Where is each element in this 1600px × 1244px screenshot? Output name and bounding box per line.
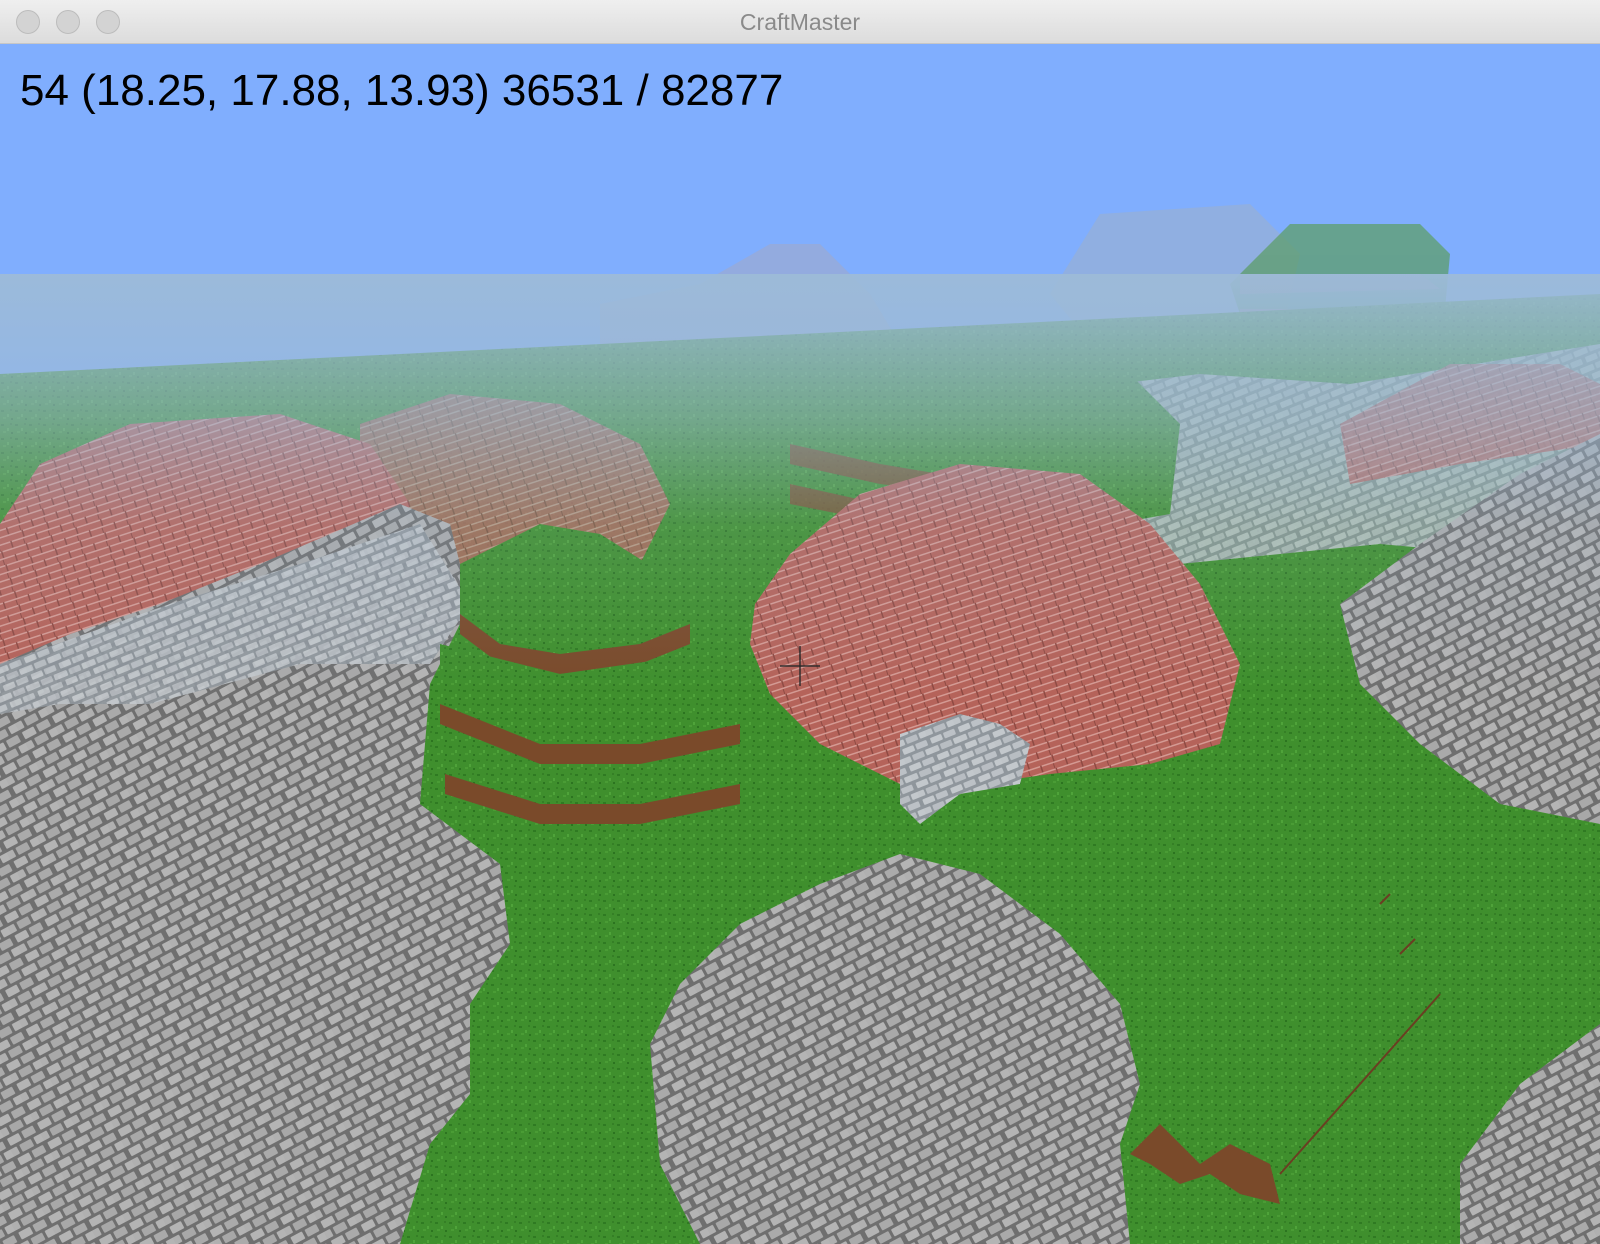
- crosshair-icon: [780, 646, 820, 686]
- world-scene[interactable]: [0, 44, 1600, 1244]
- game-viewport[interactable]: 54 (18.25, 17.88, 13.93) 36531 / 82877: [0, 44, 1600, 1244]
- title-bar[interactable]: CraftMaster: [0, 0, 1600, 44]
- fog-layer: [0, 274, 1600, 694]
- debug-hud: 54 (18.25, 17.88, 13.93) 36531 / 82877: [20, 66, 784, 115]
- window-title: CraftMaster: [739, 9, 861, 35]
- game-window: CraftMaster 54 (18.25, 17.88, 13.93) 365…: [0, 0, 1600, 1244]
